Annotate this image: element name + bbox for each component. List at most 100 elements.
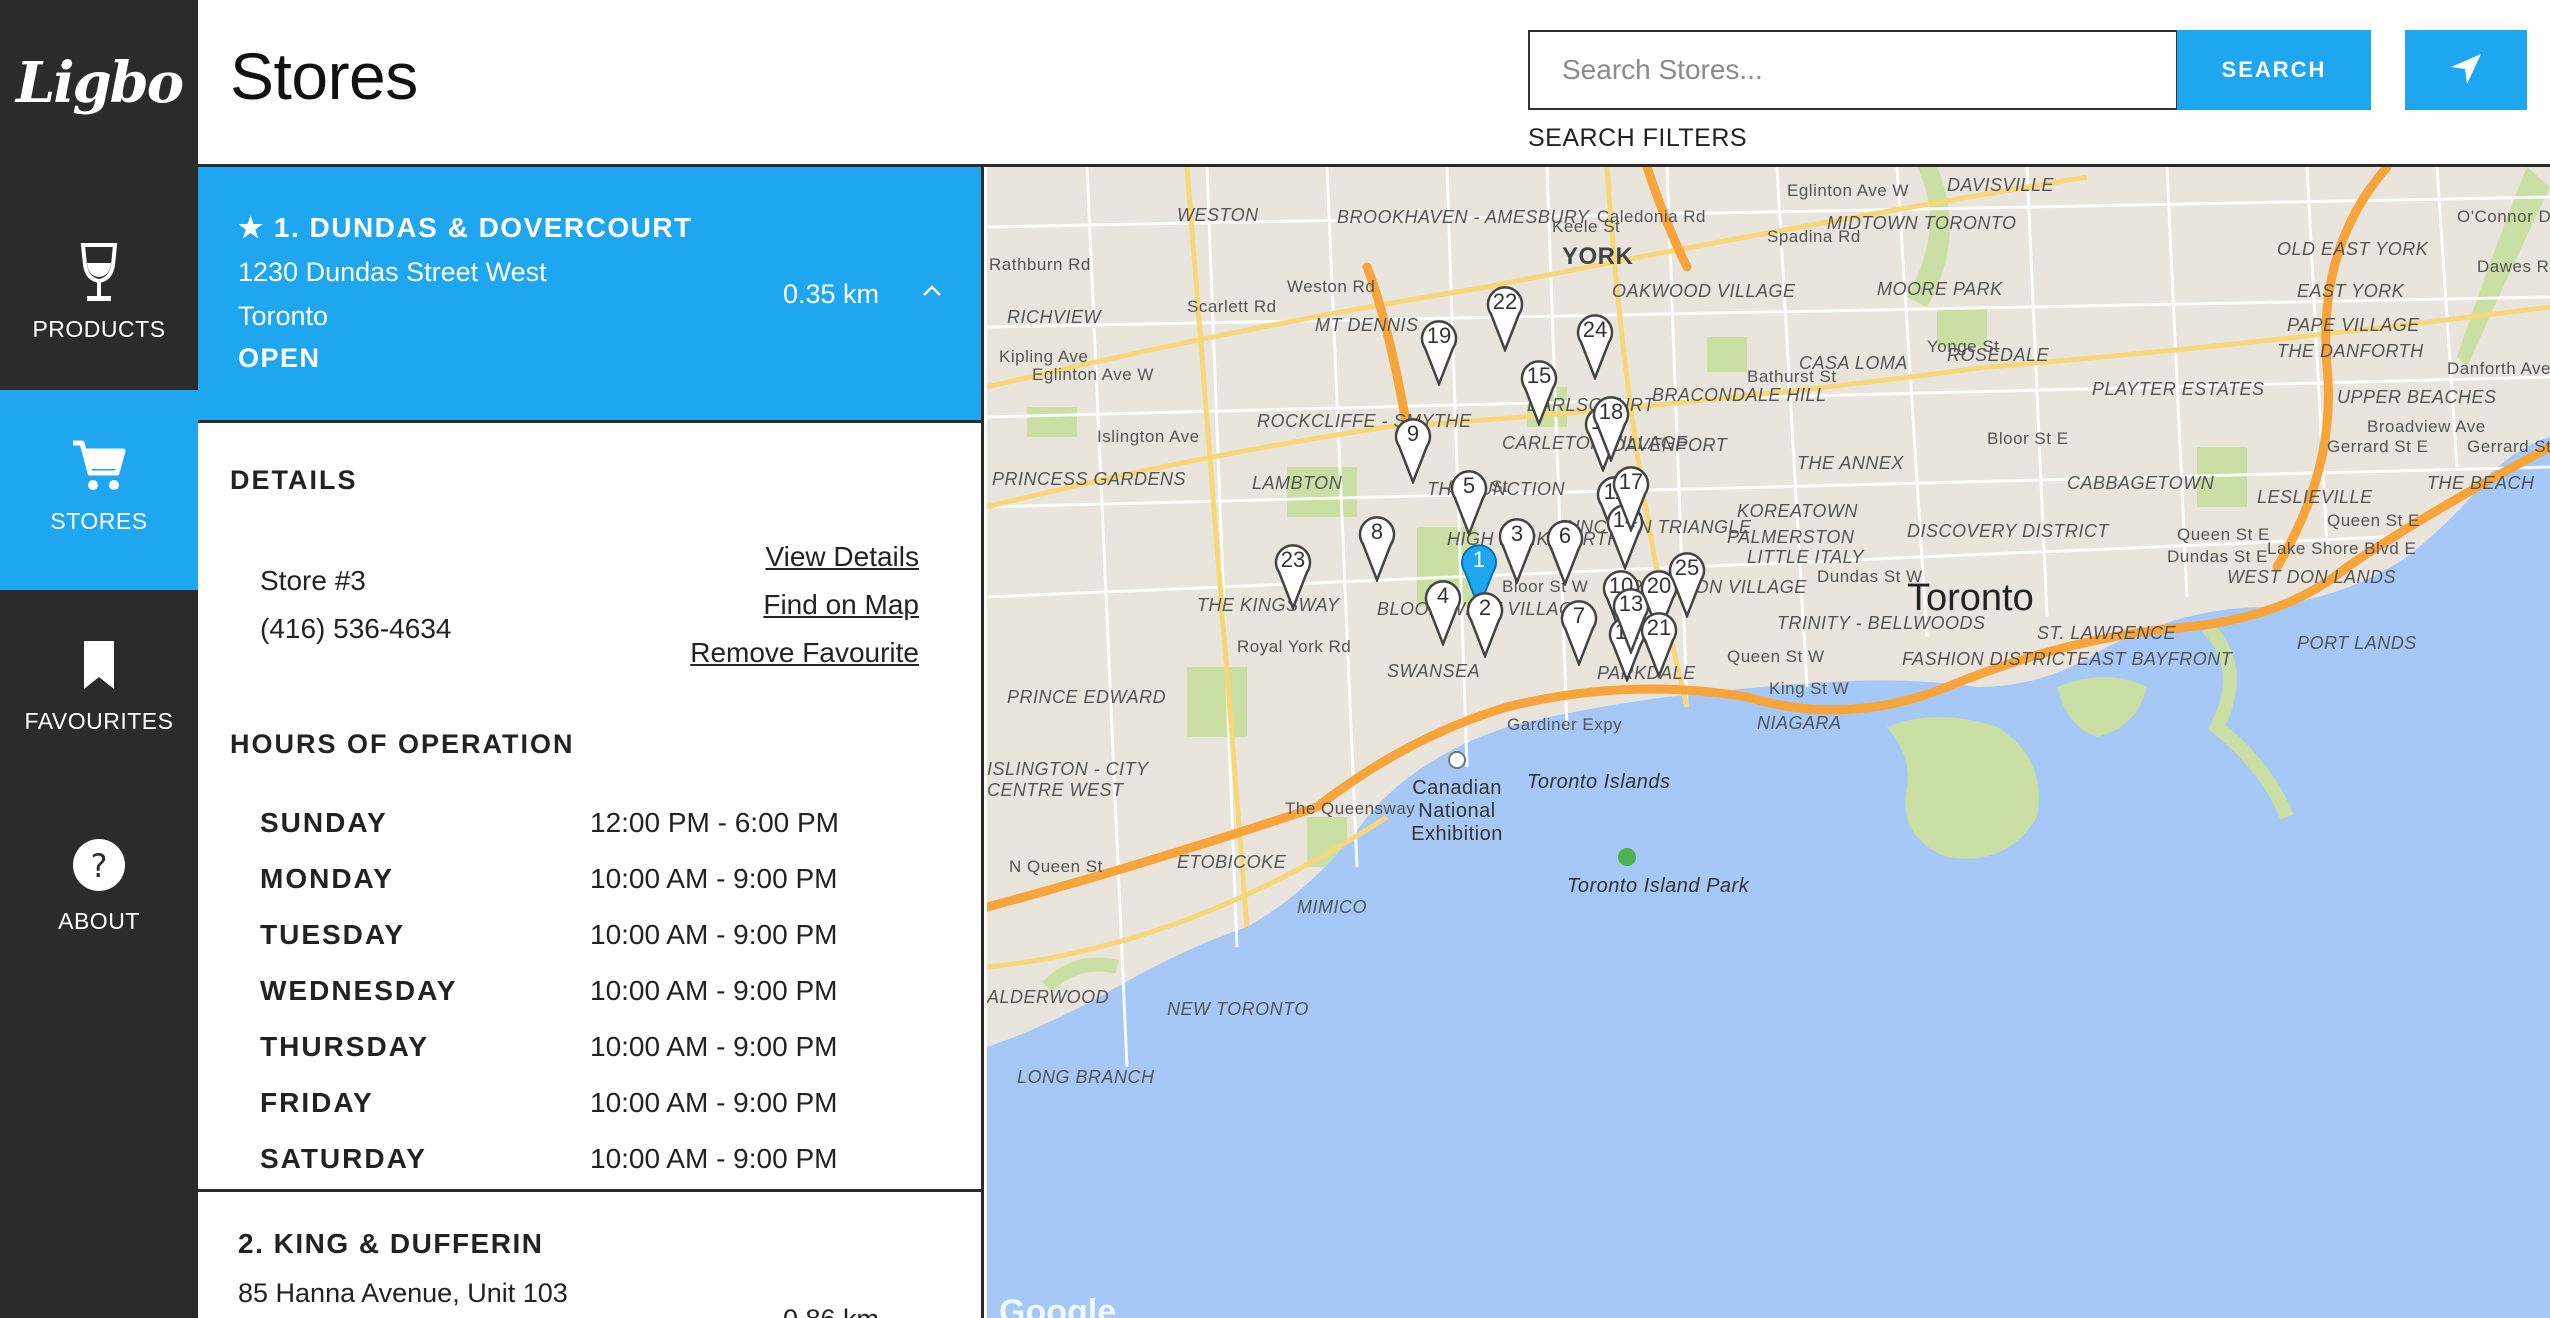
map-label-neighbourhood: FASHION DISTRICT <box>1902 649 2077 669</box>
hours-time: 10:00 AM - 9:00 PM <box>590 1143 838 1174</box>
map-label-neighbourhood: LESLIEVILLE <box>2257 487 2373 507</box>
map-label-neighbourhood: MT DENNIS <box>1315 315 1419 335</box>
store-map-marker[interactable]: 5 <box>1447 464 1491 536</box>
store-map-marker[interactable]: 9 <box>1391 412 1435 484</box>
store-map-marker[interactable]: 25 <box>1665 546 1709 618</box>
store-map-marker[interactable]: 4 <box>1421 574 1465 646</box>
store-map-marker[interactable]: 7 <box>1557 594 1601 666</box>
store-map[interactable]: WESTON BROOKHAVEN - AMESBURY YORK MIDTOW… <box>987 167 2550 1318</box>
store-list[interactable]: ★ 1. DUNDAS & DOVERCOURT 1230 Dundas Str… <box>198 167 984 1318</box>
map-label-neighbourhood: ROCKCLIFFE - SMYTHE <box>1257 411 1472 431</box>
map-label-road: The Queensway <box>1285 799 1416 818</box>
map-label-road: O'Connor Dr <box>2457 207 2550 226</box>
selected-store-header[interactable]: ★ 1. DUNDAS & DOVERCOURT 1230 Dundas Str… <box>198 167 981 423</box>
marker-number: 24 <box>1582 317 1608 342</box>
map-label-neighbourhood: ETOBICOKE <box>1177 852 1287 872</box>
marker-number: 19 <box>1426 323 1452 348</box>
map-label-neighbourhood: MOORE PARK <box>1877 279 2003 299</box>
store-map-marker[interactable]: 22 <box>1483 280 1527 352</box>
search-input[interactable] <box>1528 30 2178 110</box>
map-label-road: N Queen St <box>1009 857 1103 876</box>
store-map-marker[interactable]: 3 <box>1495 512 1539 584</box>
details-heading: DETAILS <box>230 465 358 495</box>
map-label-neighbourhood: THE BEACH <box>2427 473 2535 493</box>
map-label-neighbourhood: NIAGARA <box>1757 713 1842 733</box>
map-label-neighbourhood: ALDERWOOD <box>987 987 1110 1007</box>
map-label-neighbourhood: DISCOVERY DISTRICT <box>1907 521 2110 541</box>
store-map-marker[interactable]: 8 <box>1355 510 1399 582</box>
bookmark-icon <box>0 630 198 700</box>
map-label-neighbourhood: NEW TORONTO <box>1167 999 1309 1019</box>
hours-time: 10:00 AM - 9:00 PM <box>590 1031 838 1062</box>
search-button[interactable]: SEARCH <box>2177 30 2371 110</box>
map-label-road: Yonge St <box>1927 337 2000 356</box>
hours-day: FRIDAY <box>260 1087 374 1118</box>
chevron-up-icon[interactable] <box>922 283 942 302</box>
marker-number: 15 <box>1526 363 1552 388</box>
nav-item-favourites[interactable]: FAVOURITES <box>0 590 198 790</box>
store-map-marker[interactable]: 15 <box>1517 354 1561 426</box>
map-label-neighbourhood: RICHVIEW <box>1007 307 1101 327</box>
map-label-neighbourhood: WESTON <box>1177 205 1259 225</box>
hours-time: 10:00 AM - 9:00 PM <box>590 919 838 950</box>
map-label-neighbourhood: LITTLE ITALY <box>1747 547 1865 567</box>
marker-number: 18 <box>1598 399 1624 424</box>
store-map-marker[interactable]: 2 <box>1463 586 1507 658</box>
marker-number: 21 <box>1646 615 1672 640</box>
map-label-neighbourhood: PAPE VILLAGE <box>2287 315 2420 335</box>
store-list-item[interactable]: 2. KING & DUFFERIN 85 Hanna Avenue, Unit… <box>198 1189 981 1318</box>
map-label-neighbourhood: BRACONDALE HILL <box>1652 385 1827 405</box>
map-label-neighbourhood: YORK <box>1562 243 1634 270</box>
hours-day: TUESDAY <box>260 919 406 950</box>
locate-button[interactable] <box>2405 30 2527 110</box>
store-city: Toronto <box>238 301 329 331</box>
store-distance: 0.35 km <box>783 279 880 309</box>
remove-favourite-link[interactable]: Remove Favourite <box>690 637 919 669</box>
map-label-neighbourhood: THE ANNEX <box>1797 453 1904 473</box>
store-map-marker[interactable]: 6 <box>1543 514 1587 586</box>
app-logo[interactable]: Ligbo <box>0 50 198 116</box>
map-label-neighbourhood: PORT LANDS <box>2297 633 2417 653</box>
marker-number: 4 <box>1436 583 1450 608</box>
store-distance: 0.86 km <box>783 1304 879 1318</box>
store-map-marker[interactable]: 23 <box>1271 538 1315 610</box>
marker-number: 9 <box>1406 421 1420 446</box>
store-map-marker[interactable]: 17 <box>1609 460 1653 532</box>
store-map-marker[interactable]: 24 <box>1573 308 1617 380</box>
map-label-road: Danforth Ave <box>2447 359 2550 378</box>
marker-number: 25 <box>1674 555 1700 580</box>
map-label-neighbourhood: THE KINGSWAY <box>1197 595 1340 615</box>
find-on-map-link[interactable]: Find on Map <box>763 589 919 621</box>
map-label-road: Queen St E <box>2327 511 2420 530</box>
map-label-neighbourhood: CABBAGETOWN <box>2067 473 2215 493</box>
map-label-road: Gardiner Expy <box>1507 715 1623 734</box>
map-label-neighbourhood: KOREATOWN <box>1737 501 1858 521</box>
nav-item-about[interactable]: ? ABOUT <box>0 790 198 990</box>
page-title: Stores <box>230 39 418 113</box>
marker-number: 22 <box>1492 289 1518 314</box>
map-label-neighbourhood: PRINCESS GARDENS <box>992 469 1187 489</box>
map-label-neighbourhood: LAMBTON <box>1252 473 1343 493</box>
store-number: Store #3 <box>260 565 366 596</box>
location-arrow-icon <box>2449 52 2483 89</box>
map-label-neighbourhood: LONG BRANCH <box>1017 1067 1155 1087</box>
search-filters-link[interactable]: SEARCH FILTERS <box>1528 124 1747 153</box>
map-label-neighbourhood: ST. LAWRENCE <box>2037 623 2177 643</box>
map-label-road: Bathurst St <box>1747 367 1837 386</box>
nav-item-stores[interactable]: STORES <box>0 390 198 590</box>
map-label-road: Queen St W <box>1727 647 1825 666</box>
map-label-neighbourhood: PALMERSTON <box>1727 527 1855 547</box>
svg-text:?: ? <box>91 847 108 885</box>
hours-day: THURSDAY <box>260 1031 429 1062</box>
hours-time: 10:00 AM - 9:00 PM <box>590 863 838 894</box>
store-map-marker[interactable]: 19 <box>1417 314 1461 386</box>
nav-item-products[interactable]: PRODUCTS <box>0 198 198 398</box>
hours-day: SUNDAY <box>260 807 388 838</box>
marker-number: 7 <box>1572 603 1586 628</box>
nav-label-products: PRODUCTS <box>32 316 166 342</box>
map-label-road: Caledonia Rd <box>1597 207 1707 226</box>
view-details-link[interactable]: View Details <box>765 541 919 573</box>
nav-label-stores: STORES <box>50 508 148 534</box>
store-map-marker[interactable]: 18 <box>1589 390 1633 462</box>
map-label-road: Spadina Rd <box>1767 227 1861 246</box>
